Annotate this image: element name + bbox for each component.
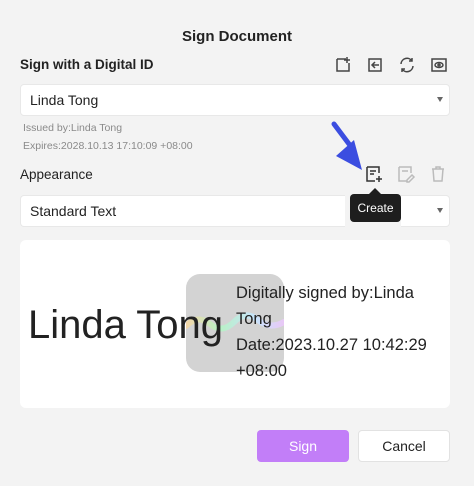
digital-id-select[interactable]: Linda Tong — [20, 84, 450, 116]
appearance-select-end[interactable] — [401, 195, 450, 227]
digital-id-value: Linda Tong — [30, 92, 99, 108]
chevron-down-icon — [437, 97, 443, 102]
refresh-icon[interactable] — [396, 54, 418, 76]
detail-line: Digitally signed by:Linda — [236, 284, 414, 302]
add-id-icon[interactable] — [332, 54, 354, 76]
signer-name: Linda Tong — [28, 303, 223, 347]
issued-by-text: Issued by:Linda Tong — [23, 122, 123, 134]
create-tooltip: Create — [350, 194, 401, 222]
detail-line: Tong — [236, 310, 272, 328]
detail-line: +08:00 — [236, 362, 287, 380]
dialog-title: Sign Document — [181, 28, 292, 45]
view-id-icon[interactable] — [428, 54, 450, 76]
appearance-select[interactable]: Standard Text — [20, 195, 345, 227]
edit-appearance-icon[interactable] — [395, 163, 417, 185]
signature-details: Digitally signed by:Linda Tong Date:2023… — [236, 280, 436, 384]
chevron-down-icon — [437, 208, 443, 213]
appearance-value: Standard Text — [30, 203, 117, 219]
detail-line: Date:2023.10.27 10:42:29 — [236, 336, 427, 354]
sign-button[interactable]: Sign — [257, 430, 349, 462]
annotation-arrow-icon — [331, 121, 362, 170]
digital-id-label: Sign with a Digital ID — [20, 57, 154, 72]
delete-appearance-icon[interactable] — [427, 163, 449, 185]
signature-preview: Linda Tong Digitally signed by:Linda Ton… — [20, 240, 450, 408]
appearance-label: Appearance — [20, 167, 93, 182]
expires-text: Expires:2028.10.13 17:10:09 +08:00 — [23, 140, 193, 152]
cancel-button[interactable]: Cancel — [358, 430, 450, 462]
import-id-icon[interactable] — [364, 54, 386, 76]
